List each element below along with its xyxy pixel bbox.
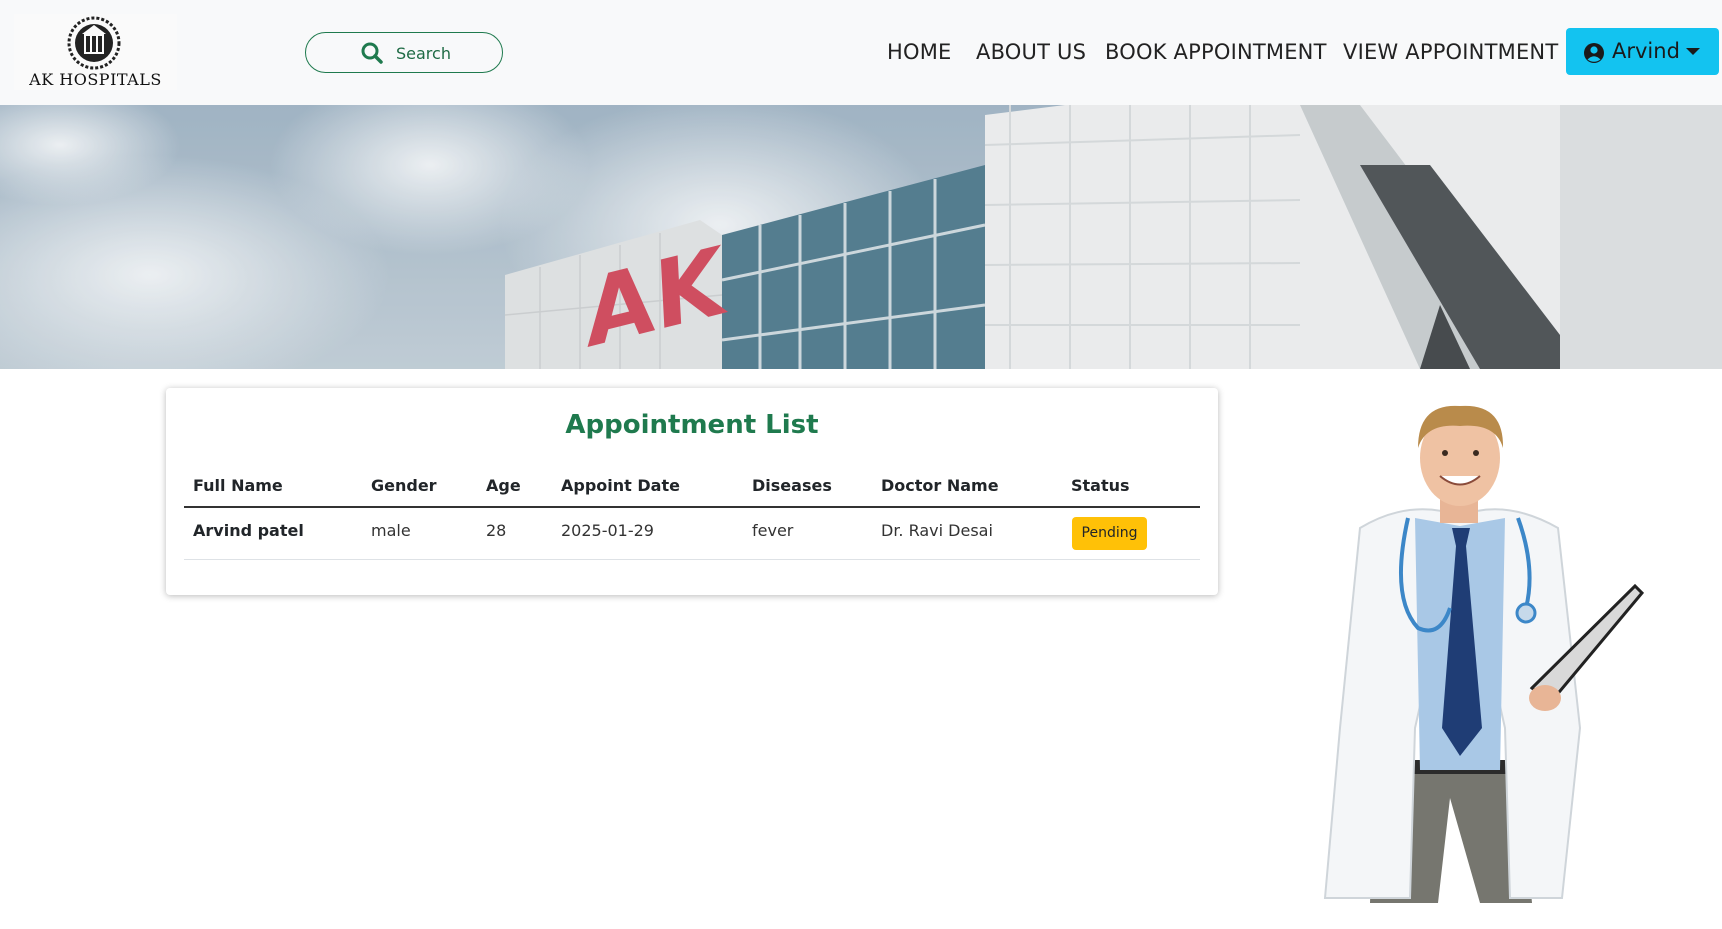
search-icon: [361, 42, 383, 64]
column-header-status: Status: [1071, 476, 1130, 495]
appointment-list-card: Appointment List Full Name Gender Age Ap…: [166, 388, 1218, 595]
cell-doctor-name: Dr. Ravi Desai: [881, 521, 993, 540]
table-header-divider: [184, 506, 1200, 508]
cell-age: 28: [486, 521, 507, 540]
user-menu-button[interactable]: Arvind: [1566, 28, 1719, 75]
hospital-logo[interactable]: AK HOSPITALS: [14, 14, 177, 90]
chevron-down-icon: [1686, 48, 1700, 55]
column-header-age: Age: [486, 476, 521, 495]
cell-full-name: Arvind patel: [193, 521, 304, 540]
column-header-gender: Gender: [371, 476, 437, 495]
column-header-doctor-name: Doctor Name: [881, 476, 999, 495]
nav-about-us[interactable]: ABOUT US: [976, 40, 1086, 64]
table-row-divider: [184, 559, 1200, 560]
column-header-diseases: Diseases: [752, 476, 832, 495]
hospital-emblem-icon: [67, 16, 121, 70]
nav-view-appointment[interactable]: VIEW APPOINTMENT: [1343, 40, 1558, 64]
column-header-full-name: Full Name: [193, 476, 283, 495]
appointment-list-title: Appointment List: [565, 410, 819, 440]
search-label: Search: [396, 44, 451, 63]
cell-diseases: fever: [752, 521, 794, 540]
hero-banner-image: AK: [0, 105, 1722, 369]
nav-book-appointment[interactable]: BOOK APPOINTMENT: [1105, 40, 1327, 64]
doctor-image: [1300, 398, 1650, 912]
search-button[interactable]: Search: [305, 32, 503, 73]
status-badge: Pending: [1072, 517, 1147, 550]
cell-gender: male: [371, 521, 411, 540]
user-circle-icon: [1584, 43, 1604, 63]
navbar: AK HOSPITALS Search HOME ABOUT US BOOK A…: [0, 0, 1722, 105]
nav-home[interactable]: HOME: [887, 40, 952, 64]
cell-appoint-date: 2025-01-29: [561, 521, 654, 540]
user-name: Arvind: [1612, 39, 1680, 63]
brand-name: AK HOSPITALS: [29, 70, 162, 89]
column-header-appoint-date: Appoint Date: [561, 476, 680, 495]
